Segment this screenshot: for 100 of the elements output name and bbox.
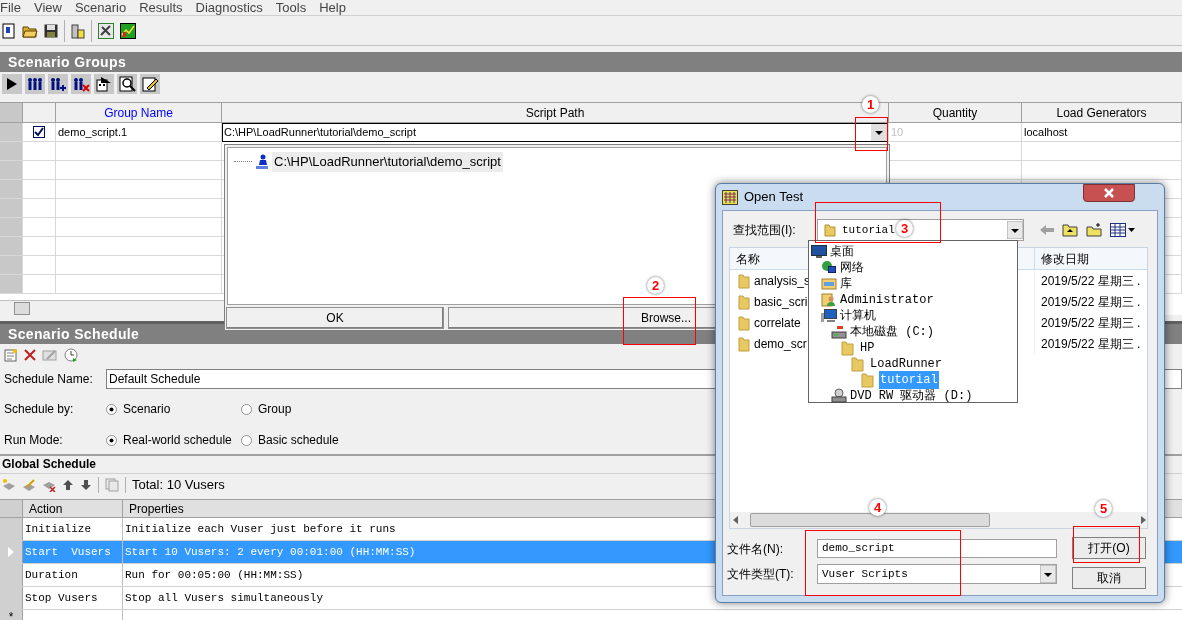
step-number-badge: 1: [862, 96, 879, 113]
new-document-icon[interactable]: [2, 22, 16, 39]
field-label: 文件类型(T):: [727, 566, 795, 583]
edit-button[interactable]: [140, 74, 160, 94]
menu-item[interactable]: Scenario: [74, 0, 127, 16]
table-cell: Duration: [23, 564, 123, 586]
desktop-icon: [811, 244, 827, 260]
folder-icon: [738, 314, 750, 331]
radio-option[interactable]: Real-world schedule: [106, 431, 241, 449]
column-header[interactable]: Quantity: [889, 103, 1022, 122]
play-button[interactable]: [2, 74, 22, 94]
add-users-button[interactable]: [48, 74, 68, 94]
menu-item[interactable]: Tools: [275, 0, 307, 16]
combo-value: C:\HP\LoadRunner\tutorial\demo_script: [224, 125, 416, 140]
column-header[interactable]: Action: [23, 500, 123, 517]
folder-icon: [738, 293, 750, 310]
view-menu-icon[interactable]: [1110, 223, 1136, 237]
file-type-combo[interactable]: Vuser Scripts: [817, 564, 1057, 584]
total-label: Total: 10 Vusers: [132, 475, 225, 494]
user-icon: [821, 292, 837, 308]
folder-icon: [824, 223, 836, 237]
file-name[interactable]: analysis_s: [754, 271, 811, 290]
table-cell: Initialize: [23, 518, 123, 540]
edit-icon: [141, 75, 159, 93]
row-header[interactable]: *: [0, 610, 23, 620]
folder-icon: [851, 356, 867, 372]
dialog-button[interactable]: 打开(O): [1072, 537, 1146, 559]
computer-icon: [821, 308, 837, 324]
menu-item[interactable]: Results: [139, 0, 183, 16]
menu-item[interactable]: View: [33, 0, 62, 16]
folder-icon: [738, 272, 750, 289]
highlight-frame: [855, 117, 888, 151]
chart-icon[interactable]: [120, 22, 136, 39]
server-icon[interactable]: [71, 22, 85, 39]
table-cell-text: Start 10 Vusers: 2 every 00:01:00 (HH:MM:SS): [124, 545, 417, 560]
new-folder-icon[interactable]: [1086, 223, 1102, 237]
field-label: 文件名(N):: [727, 540, 784, 558]
file-name-field[interactable]: demo_script: [817, 539, 1057, 558]
combo-value: Vuser Scripts: [822, 566, 908, 582]
table-cell-text: Initialize each Vuser just before it runs: [124, 522, 397, 537]
radio-option[interactable]: Basic schedule: [241, 431, 339, 449]
field-label: Schedule Name:: [4, 371, 94, 388]
add-users-icon: [49, 75, 67, 93]
file-date: 2019/5/22 星期三 .: [1040, 272, 1141, 290]
column-header[interactable]: 修改日期: [1035, 248, 1095, 269]
close-button[interactable]: [1083, 184, 1135, 202]
menu-item[interactable]: File: [0, 0, 21, 16]
delete-icon[interactable]: [24, 349, 36, 361]
close-icon: [1104, 188, 1114, 198]
radio-option[interactable]: Scenario: [106, 400, 241, 418]
table-cell-text: demo_script.1: [58, 125, 128, 140]
column-header[interactable]: Load Generators: [1022, 103, 1182, 122]
tree-item[interactable]: Administrator: [839, 291, 935, 309]
table-cell-text: Run for 00:05:00 (HH:MM:SS): [124, 568, 305, 583]
field-label: 查找范围(I):: [733, 222, 797, 239]
file-date: 2019/5/22 星期三 .: [1040, 293, 1141, 311]
dialog-button[interactable]: 取消: [1072, 567, 1146, 589]
library-icon: [821, 276, 837, 292]
up-arrow-icon[interactable]: [62, 478, 74, 491]
highlight-frame: [1073, 526, 1140, 563]
table-cell: Stop Vusers: [23, 587, 123, 609]
search-button[interactable]: [117, 74, 137, 94]
tree-item[interactable]: 库: [839, 275, 853, 293]
clock-icon[interactable]: [64, 348, 78, 362]
row-pointer-icon: [8, 547, 14, 557]
table-cell: Start Vusers: [23, 541, 123, 563]
dropdown-arrow-icon: [1040, 565, 1056, 583]
save-icon[interactable]: [44, 23, 58, 38]
menu-item[interactable]: Help: [319, 0, 346, 16]
combo-value: tutorial: [842, 222, 895, 238]
menu-item[interactable]: Diagnostics: [195, 0, 263, 16]
column-header[interactable]: Group Name: [56, 103, 222, 122]
section-header: Scenario Groups: [0, 52, 1182, 72]
radio-option[interactable]: Group: [241, 400, 292, 418]
network-icon: [821, 260, 837, 276]
users-icon: [26, 75, 44, 93]
script-icon: [254, 153, 270, 170]
field-label: Run Mode:: [4, 432, 64, 449]
tree-item[interactable]: 网络: [839, 259, 865, 277]
folder-icon: [738, 335, 750, 352]
horizontal-scrollbar[interactable]: [730, 512, 1147, 528]
dropdown-arrow-icon: [1007, 221, 1023, 239]
tree-item[interactable]: C:\HP\LoadRunner\tutorial\demo_script: [272, 152, 503, 172]
search-icon: [118, 75, 136, 93]
remove-users-button[interactable]: [71, 74, 91, 94]
folder-icon: [841, 340, 857, 356]
new-row-marker: *: [8, 610, 14, 620]
app-icon: [722, 189, 738, 205]
down-arrow-icon[interactable]: [80, 478, 92, 491]
open-folder-icon[interactable]: [22, 23, 38, 38]
up-folder-icon[interactable]: [1062, 223, 1078, 237]
users-button[interactable]: [25, 74, 45, 94]
window-title: Open Test: [744, 188, 805, 207]
remove-users-icon: [72, 75, 90, 93]
table-cell-text: localhost: [1024, 125, 1068, 140]
dialog-button[interactable]: OK: [226, 307, 444, 329]
table-cell-text: 10: [891, 125, 904, 140]
tree-item[interactable]: DVD RW 驱动器 (D:): [849, 387, 974, 405]
checkbox[interactable]: [33, 126, 45, 138]
tree-item[interactable]: 桌面: [829, 243, 855, 261]
